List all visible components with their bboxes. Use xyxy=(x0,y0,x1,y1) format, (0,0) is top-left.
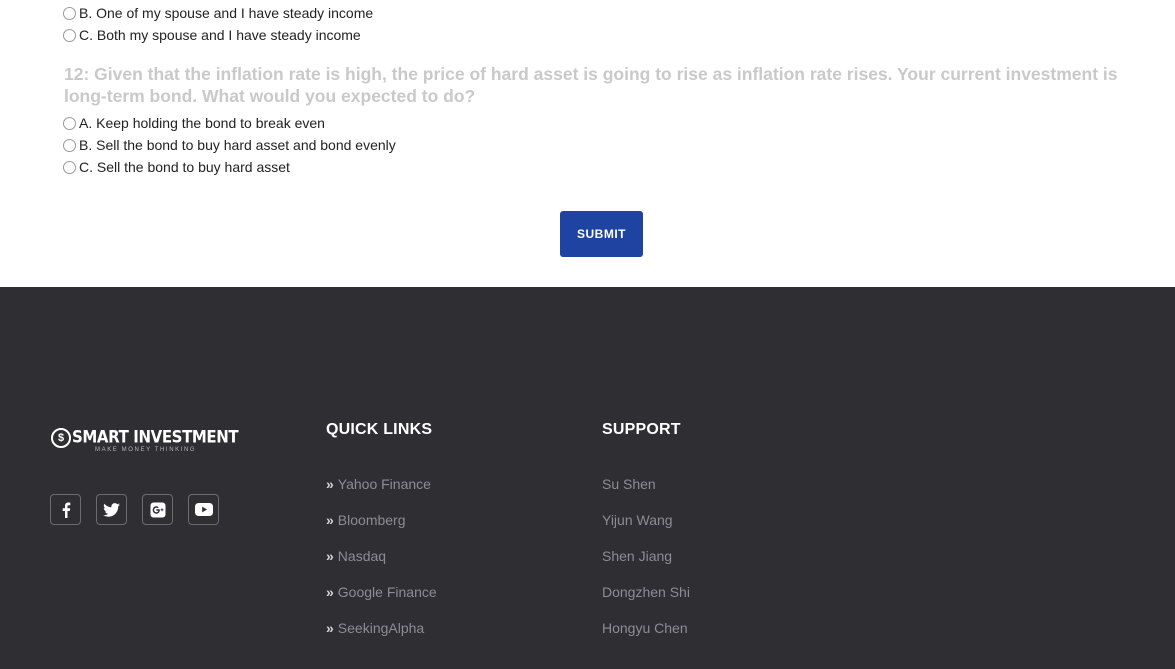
facebook-link[interactable] xyxy=(50,494,81,525)
support-contact[interactable]: Dongzhen Shi xyxy=(602,582,690,602)
twitter-link[interactable] xyxy=(96,494,127,525)
footer: $ SMART INVESTMENT MAKE MONEY THINKING Q… xyxy=(0,287,1175,669)
quick-link-google-finance[interactable]: » Google Finance xyxy=(326,582,437,602)
brand-logo[interactable]: $ SMART INVESTMENT MAKE MONEY THINKING xyxy=(51,426,239,456)
brand-tagline: MAKE MONEY THINKING xyxy=(95,447,197,453)
option-b[interactable]: B. Sell the bond to buy hard asset and b… xyxy=(63,135,396,155)
double-chevron-right-icon: » xyxy=(326,548,334,564)
link-label: Yahoo Finance xyxy=(337,476,431,492)
radio-button[interactable] xyxy=(63,28,76,42)
quiz-section: B. One of my spouse and I have steady in… xyxy=(0,0,1175,287)
prev-option-c[interactable]: C. Both my spouse and I have steady inco… xyxy=(63,25,361,45)
double-chevron-right-icon: » xyxy=(326,512,334,528)
support-contact[interactable]: Su Shen xyxy=(602,474,656,494)
double-chevron-right-icon: » xyxy=(326,476,334,492)
support-contact[interactable]: Hongyu Chen xyxy=(602,618,688,638)
link-label: Nasdaq xyxy=(337,548,387,564)
youtube-icon xyxy=(194,503,213,516)
google-plus-icon xyxy=(150,502,166,518)
submit-button[interactable]: SUBMIT xyxy=(560,211,643,257)
radio-button[interactable] xyxy=(63,6,76,20)
link-label: SeekingAlpha xyxy=(337,620,425,636)
quick-link-bloomberg[interactable]: » Bloomberg xyxy=(326,510,406,530)
radio-button[interactable] xyxy=(63,116,76,130)
youtube-link[interactable] xyxy=(188,494,219,525)
page: B. One of my spouse and I have steady in… xyxy=(0,0,1175,669)
support-contact[interactable]: Shen Jiang xyxy=(602,546,672,566)
support-title: SUPPORT xyxy=(602,421,681,438)
quick-links-title: QUICK LINKS xyxy=(326,421,433,438)
google-plus-link[interactable] xyxy=(142,494,173,525)
radio-button[interactable] xyxy=(63,160,76,174)
twitter-icon xyxy=(103,502,120,517)
support-contact[interactable]: Yijun Wang xyxy=(602,510,673,530)
double-chevron-right-icon: » xyxy=(326,584,334,600)
option-label: C. Sell the bond to buy hard asset xyxy=(79,159,290,175)
option-label: B. Sell the bond to buy hard asset and b… xyxy=(79,137,396,153)
question-12: 12: Given that the inflation rate is hig… xyxy=(64,64,1118,106)
quick-link-seekingalpha[interactable]: » SeekingAlpha xyxy=(326,618,424,638)
link-label: Google Finance xyxy=(337,584,437,600)
double-chevron-right-icon: » xyxy=(326,620,334,636)
option-a[interactable]: A. Keep holding the bond to break even xyxy=(63,113,325,133)
brand-name: SMART INVESTMENT xyxy=(72,427,239,448)
prev-option-b[interactable]: B. One of my spouse and I have steady in… xyxy=(63,3,373,23)
option-label: C. Both my spouse and I have steady inco… xyxy=(79,27,361,43)
quick-link-yahoo-finance[interactable]: » Yahoo Finance xyxy=(326,474,431,494)
facebook-icon xyxy=(61,502,71,518)
quick-link-nasdaq[interactable]: » Nasdaq xyxy=(326,546,386,566)
option-label: B. One of my spouse and I have steady in… xyxy=(79,5,374,21)
option-c[interactable]: C. Sell the bond to buy hard asset xyxy=(63,157,290,177)
dollar-coin-icon: $ xyxy=(51,428,71,448)
option-label: A. Keep holding the bond to break even xyxy=(79,115,325,131)
radio-button[interactable] xyxy=(63,138,76,152)
link-label: Bloomberg xyxy=(337,512,406,528)
